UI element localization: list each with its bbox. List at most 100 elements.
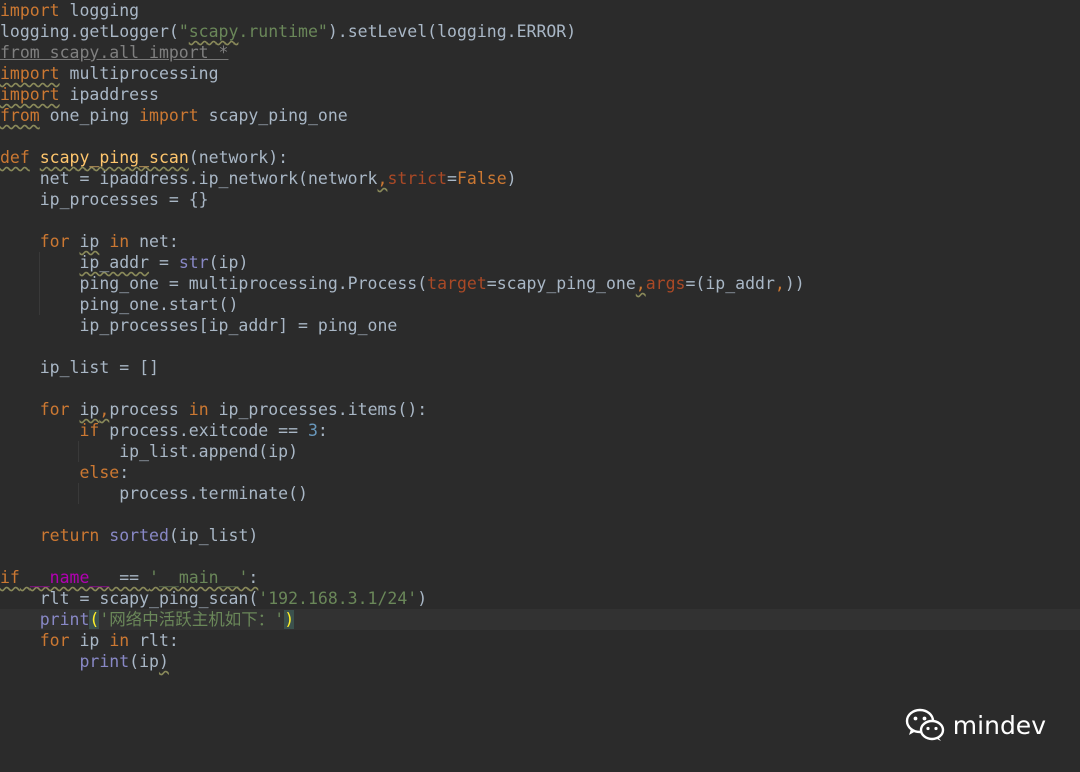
code-line[interactable]: ping_one = multiprocessing.Process(targe… <box>0 273 1080 294</box>
code-token: __name__ <box>29 568 110 587</box>
code-token: import <box>0 85 60 104</box>
code-token: in <box>109 232 130 251</box>
code-token: (network): <box>188 148 289 167</box>
code-line[interactable]: ip_processes = {} <box>0 189 1080 210</box>
code-token: process.terminate() <box>0 484 308 503</box>
code-token: scapy_ping_scan <box>39 148 189 167</box>
code-line[interactable]: def scapy_ping_scan(network): <box>0 147 1080 168</box>
code-line[interactable] <box>0 546 1080 567</box>
code-token: .runtime" <box>238 22 328 41</box>
code-token: if <box>0 568 20 587</box>
code-token: args <box>645 274 686 293</box>
code-token: for <box>39 232 70 251</box>
code-line[interactable]: import multiprocessing <box>0 63 1080 84</box>
code-line[interactable]: ip_addr = str(ip) <box>0 252 1080 273</box>
code-token: (ip) <box>208 253 249 272</box>
code-token: in <box>109 631 130 650</box>
code-token: ip_processes[ip_addr] = ping_one <box>0 316 398 335</box>
code-token: print <box>39 610 90 629</box>
code-line[interactable]: ip_processes[ip_addr] = ping_one <box>0 315 1080 336</box>
code-token: from <box>0 106 40 125</box>
code-token: for <box>39 631 70 650</box>
code-token: ipaddress <box>59 85 159 104</box>
watermark: mindev <box>905 708 1046 742</box>
code-token: (ip <box>129 652 159 671</box>
code-line[interactable]: from scapy.all import * <box>0 42 1080 63</box>
code-line[interactable]: return sorted(ip_list) <box>0 525 1080 546</box>
code-line[interactable]: import logging <box>0 0 1080 21</box>
code-line[interactable]: if __name__ == '__main__': <box>0 567 1080 588</box>
code-token: in <box>188 400 209 419</box>
code-line[interactable]: ip_list = [] <box>0 357 1080 378</box>
code-token: " <box>178 22 189 41</box>
code-line[interactable]: if process.exitcode == 3: <box>0 420 1080 441</box>
code-token: logging <box>59 1 140 20</box>
code-token: ) <box>417 589 428 608</box>
code-token: False <box>456 169 507 188</box>
code-token: ( <box>89 610 100 629</box>
code-line[interactable]: ping_one.start() <box>0 294 1080 315</box>
code-token: ip <box>69 631 110 650</box>
code-token: process <box>109 400 189 419</box>
code-line[interactable]: process.terminate() <box>0 483 1080 504</box>
code-token: , <box>635 274 646 293</box>
code-line[interactable]: for ip in net: <box>0 231 1080 252</box>
code-token: : <box>317 421 328 440</box>
code-token: )) <box>784 274 805 293</box>
code-token: '192.168.3.1/24' <box>258 589 418 608</box>
code-line[interactable]: print('网络中活跃主机如下：') <box>0 609 1080 630</box>
wechat-icon <box>905 708 944 741</box>
code-line[interactable]: from one_ping import scapy_ping_one <box>0 105 1080 126</box>
code-line[interactable] <box>0 210 1080 231</box>
code-token: logging.getLogger( <box>0 22 179 41</box>
code-token: : <box>248 568 259 587</box>
code-line[interactable]: net = ipaddress.ip_network(network,stric… <box>0 168 1080 189</box>
code-token: import <box>0 1 60 20</box>
code-line[interactable]: for ip,process in ip_processes.items(): <box>0 399 1080 420</box>
code-line[interactable]: import ipaddress <box>0 84 1080 105</box>
code-line[interactable]: rlt = scapy_ping_scan('192.168.3.1/24') <box>0 588 1080 609</box>
code-line[interactable] <box>0 378 1080 399</box>
code-token: else <box>79 463 120 482</box>
code-line[interactable] <box>0 504 1080 525</box>
code-token: ).setLevel(logging.ERROR) <box>327 22 577 41</box>
code-token: ping_one = multiprocessing.Process( <box>0 274 428 293</box>
code-token: import <box>0 64 60 83</box>
code-line[interactable]: print(ip) <box>0 651 1080 672</box>
code-token: one_ping <box>39 106 140 125</box>
code-line[interactable]: ip_list.append(ip) <box>0 441 1080 462</box>
code-token: net = ipaddress.ip_network(network <box>0 169 378 188</box>
code-token: sorted <box>109 526 169 545</box>
code-token: scapy_ping_one <box>198 106 348 125</box>
code-line[interactable] <box>0 126 1080 147</box>
code-line[interactable]: logging.getLogger("scapy.runtime").setLe… <box>0 21 1080 42</box>
code-line[interactable] <box>0 336 1080 357</box>
code-token: : <box>119 463 130 482</box>
code-token: target <box>427 274 487 293</box>
code-token: 3 <box>307 421 318 440</box>
code-token: == <box>109 568 150 587</box>
code-token: ip <box>79 400 100 419</box>
code-token: return <box>39 526 100 545</box>
code-token: str <box>178 253 209 272</box>
code-token: ) <box>284 610 295 629</box>
code-line[interactable]: else: <box>0 462 1080 483</box>
code-token: net: <box>129 232 179 251</box>
code-line[interactable]: for ip in rlt: <box>0 630 1080 651</box>
code-token: ip_processes = {} <box>0 190 209 209</box>
code-editor[interactable]: import logging logging.getLogger("scapy.r… <box>0 0 1080 772</box>
code-token: , <box>774 274 785 293</box>
code-token: ip_processes.items(): <box>208 400 428 419</box>
